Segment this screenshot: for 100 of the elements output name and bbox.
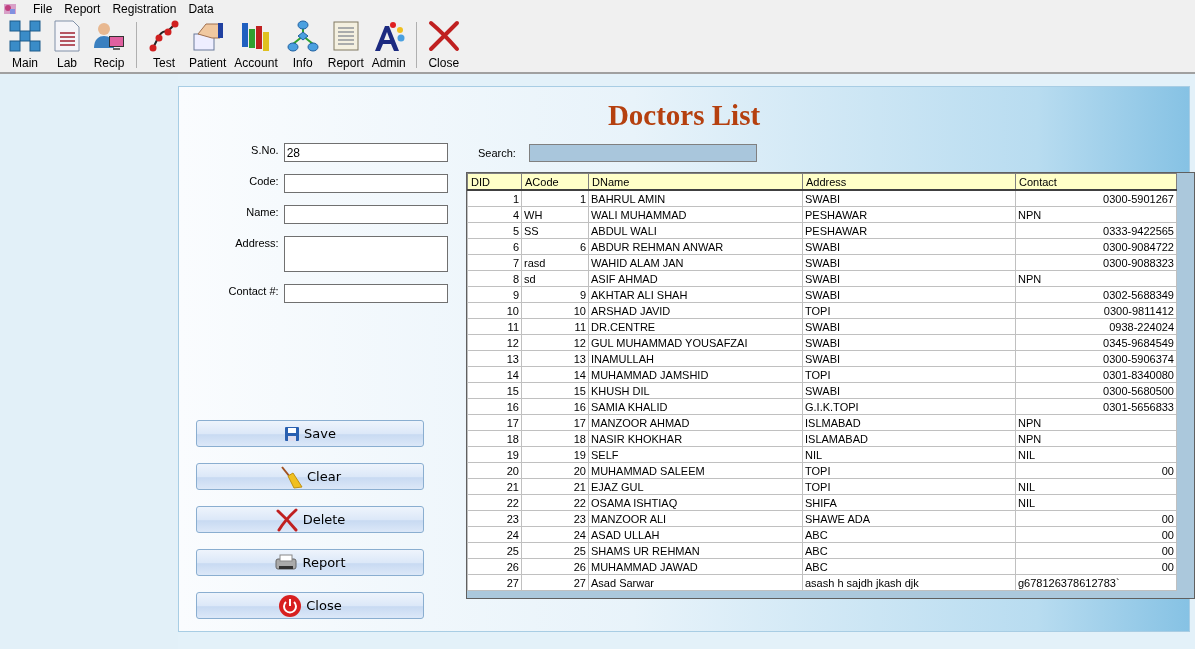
input-field[interactable] xyxy=(283,174,448,193)
close-icon xyxy=(427,20,460,52)
table-cell: 25 xyxy=(467,542,522,559)
table-cell: SELF xyxy=(588,446,803,463)
table-cell: NIL xyxy=(1015,494,1177,511)
printer-icon xyxy=(274,553,299,572)
table-cell: NPN xyxy=(1015,206,1177,223)
table-cell: 26 xyxy=(467,558,522,575)
search-label: Search: xyxy=(478,147,517,159)
table-cell: NIL xyxy=(802,446,1016,463)
action-button[interactable]: Save xyxy=(196,420,424,447)
table-cell: 10 xyxy=(467,302,522,319)
toolbar-button[interactable]: Close xyxy=(423,18,464,70)
table-cell: WH xyxy=(521,206,589,223)
table-cell: g678126378612783` xyxy=(1015,574,1177,591)
table-cell: WALI MUHAMMAD xyxy=(588,206,803,223)
table-cell: TOPI xyxy=(802,478,1016,495)
toolbar-button[interactable]: Info xyxy=(282,18,323,70)
table-cell: 21 xyxy=(521,478,589,495)
table-cell: 19 xyxy=(467,446,522,463)
table-cell: 6 xyxy=(467,238,522,255)
table-cell: TOPI xyxy=(802,302,1016,319)
menu-item[interactable]: Data xyxy=(182,1,220,17)
action-button[interactable]: Clear xyxy=(196,463,424,490)
table-cell: 10 xyxy=(521,302,589,319)
search-field[interactable] xyxy=(529,144,757,162)
column-header[interactable]: DID xyxy=(467,173,522,190)
toolbar-button[interactable]: Patient xyxy=(186,18,230,70)
table-cell: 0300-9811412 xyxy=(1015,302,1177,319)
table-cell: 00 xyxy=(1015,510,1177,527)
table-cell: 20 xyxy=(467,462,522,479)
table-cell: ABC xyxy=(802,526,1016,543)
menu-item[interactable]: Registration xyxy=(106,1,183,17)
toolbar-button[interactable]: Lab xyxy=(47,18,87,70)
table-cell: G.I.K.TOPI xyxy=(802,398,1016,415)
column-header[interactable]: Contact xyxy=(1015,173,1177,190)
table-cell: 11 xyxy=(521,318,589,335)
table-cell: 0300-9084722 xyxy=(1015,238,1177,255)
table-cell: NPN xyxy=(1015,414,1177,431)
table-cell: ASAD ULLAH xyxy=(588,526,803,543)
table-cell: 14 xyxy=(467,366,522,383)
input-field[interactable] xyxy=(283,284,448,303)
table-cell: 4 xyxy=(467,206,522,223)
menu-item[interactable]: File xyxy=(27,1,59,17)
text-area[interactable] xyxy=(283,236,448,272)
table-cell: 9 xyxy=(467,286,522,303)
table-cell: MUHAMMAD JAMSHID xyxy=(588,366,803,383)
table-cell: 7 xyxy=(467,254,522,271)
table-cell: 18 xyxy=(467,430,522,447)
table-cell: 0301-5656833 xyxy=(1015,398,1177,415)
table-cell: 0938-224024 xyxy=(1015,318,1177,335)
table-cell: 23 xyxy=(521,510,589,527)
field-label: Address: xyxy=(234,236,280,249)
table-cell: NASIR KHOKHAR xyxy=(588,430,803,447)
table-cell: 14 xyxy=(521,366,589,383)
table-cell: BAHRUL AMIN xyxy=(588,190,803,207)
table-cell: 17 xyxy=(521,414,589,431)
table-cell: TOPI xyxy=(802,366,1016,383)
action-button[interactable]: Delete xyxy=(196,506,424,533)
table-cell: 20 xyxy=(521,462,589,479)
table-cell: 0300-9088323 xyxy=(1015,254,1177,271)
table-cell: 0300-5906374 xyxy=(1015,350,1177,367)
action-button[interactable]: Report xyxy=(196,549,424,576)
column-header[interactable]: DName xyxy=(588,173,803,190)
column-header[interactable]: Address xyxy=(802,173,1016,190)
table-cell: 22 xyxy=(521,494,589,511)
action-button[interactable]: Close xyxy=(196,592,424,619)
field-label: Code: xyxy=(248,174,280,187)
toolbar-button[interactable]: Test xyxy=(144,18,184,70)
toolbar-button[interactable]: Main xyxy=(5,18,45,70)
user-monitor-icon xyxy=(93,20,125,52)
table-cell: 0333-9422565 xyxy=(1015,222,1177,239)
table-cell: 1 xyxy=(521,190,589,207)
table-cell: 6 xyxy=(521,238,589,255)
document-icon xyxy=(51,20,83,52)
toolbar-button[interactable]: Admin xyxy=(368,18,409,70)
table-cell: DR.CENTRE xyxy=(588,318,803,335)
table-cell: SHAMS UR REHMAN xyxy=(588,542,803,559)
input-field[interactable] xyxy=(283,205,448,224)
input-field[interactable]: 28 xyxy=(283,143,448,162)
toolbar-button[interactable]: Account xyxy=(231,18,281,70)
table-cell: SAMIA KHALID xyxy=(588,398,803,415)
table-cell: ISLMABAD xyxy=(802,414,1016,431)
table-cell: ASIF AHMAD xyxy=(588,270,803,287)
table-cell: SWABI xyxy=(802,270,1016,287)
table-cell: MANZOOR ALI xyxy=(588,510,803,527)
table-cell: SWABI xyxy=(802,238,1016,255)
table-cell: 12 xyxy=(521,334,589,351)
table-cell: MUHAMMAD JAWAD xyxy=(588,558,803,575)
table-cell: 22 xyxy=(467,494,522,511)
table-cell: PESHAWAR xyxy=(802,222,1016,239)
field-label: S.No. xyxy=(250,143,280,156)
column-header[interactable]: ACode xyxy=(521,173,589,190)
menu-item[interactable]: Report xyxy=(58,1,107,17)
table-cell: 8 xyxy=(467,270,522,287)
table-cell: 0345-9684549 xyxy=(1015,334,1177,351)
table-cell: SWABI xyxy=(802,190,1016,207)
toolbar-button[interactable]: Report xyxy=(324,18,367,70)
toolbar-button[interactable]: Recip xyxy=(89,18,129,70)
table-cell: 19 xyxy=(521,446,589,463)
